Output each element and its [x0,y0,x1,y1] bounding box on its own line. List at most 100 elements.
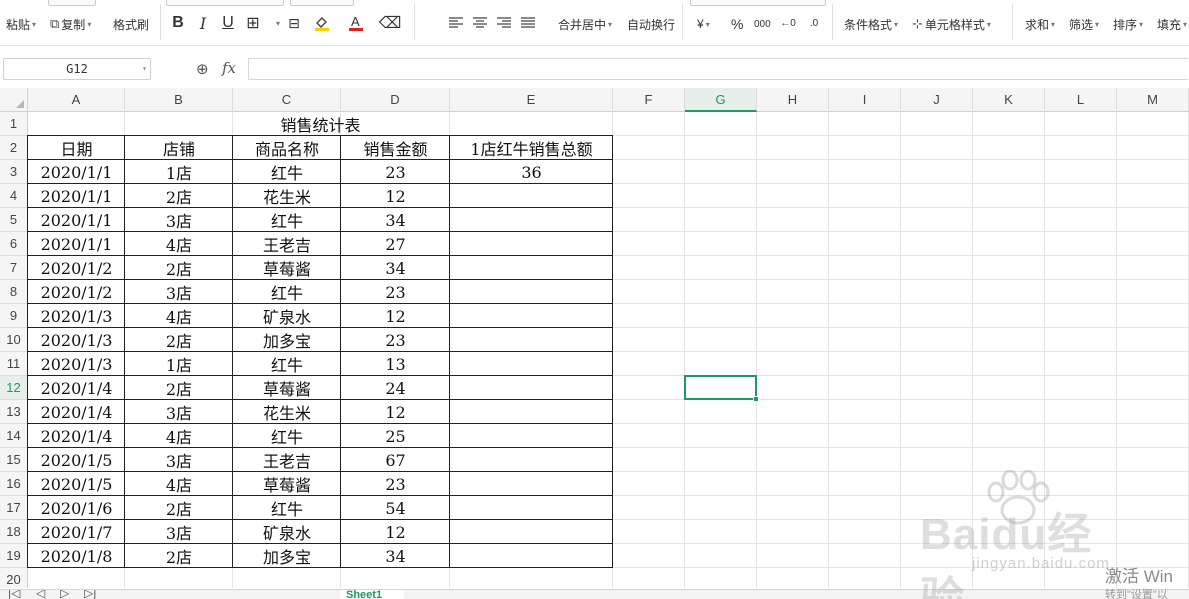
table-cell[interactable]: 花生米 [233,400,341,424]
conditional-format-button[interactable]: 条件格式 ▾ [844,14,898,34]
table-cell[interactable]: 27 [341,232,450,256]
wrap-text-button[interactable]: 自动换行 [627,14,675,34]
column-header-m[interactable]: M [1117,88,1189,112]
row-header-1[interactable]: 1 [0,112,28,136]
table-cell[interactable]: 34 [341,256,450,280]
column-header-a[interactable]: A [28,88,125,112]
sheet-tab[interactable] [266,590,338,599]
table-cell[interactable]: 加多宝 [233,544,341,568]
sheet-tab-active[interactable]: Sheet1 [340,590,404,599]
table-cell[interactable]: 王老吉 [233,448,341,472]
decrease-decimal-icon[interactable]: .0 [804,12,824,34]
fill-button[interactable]: 填充 ▾ [1157,14,1187,34]
header-cell[interactable]: 商品名称 [233,136,341,160]
table-cell[interactable]: 2020/1/2 [28,256,125,280]
column-header-i[interactable]: I [829,88,901,112]
select-all-corner[interactable] [0,88,28,112]
currency-button[interactable]: ¥ ▾ [697,14,710,34]
table-cell[interactable]: 3店 [125,448,233,472]
table-cell[interactable]: 36 [450,160,613,184]
table-cell[interactable]: 54 [341,496,450,520]
font-size-box[interactable] [290,0,354,6]
row-header-18[interactable]: 18 [0,520,28,544]
row-header-17[interactable]: 17 [0,496,28,520]
column-header-b[interactable]: B [125,88,233,112]
row-header-14[interactable]: 14 [0,424,28,448]
table-cell[interactable] [450,424,613,448]
chevron-down-icon[interactable]: ▾ [142,64,147,73]
column-header-c[interactable]: C [233,88,341,112]
column-header-l[interactable]: L [1045,88,1117,112]
table-cell[interactable] [450,256,613,280]
table-cell[interactable] [450,280,613,304]
table-cell[interactable] [450,184,613,208]
merge-center-button[interactable]: 合并居中 ▾ [558,14,612,34]
active-cell-selection[interactable] [684,375,759,402]
table-cell[interactable]: 3店 [125,400,233,424]
spreadsheet-grid[interactable]: A B C D E F G H I J K L M 1 2 3 4 5 6 7 8 9 10 11 12 13 14 15 16 17 18… [0,88,1189,588]
table-cell[interactable]: 2020/1/7 [28,520,125,544]
table-cell[interactable] [450,520,613,544]
table-cell[interactable]: 2店 [125,256,233,280]
table-cell[interactable]: 2020/1/1 [28,184,125,208]
table-cell[interactable]: 4店 [125,232,233,256]
row-header-4[interactable]: 4 [0,184,28,208]
table-cell[interactable]: 王老吉 [233,232,341,256]
table-cell[interactable] [450,232,613,256]
bold-button[interactable]: B [168,12,188,34]
table-cell[interactable]: 1店 [125,160,233,184]
underline-button[interactable]: U [218,12,238,34]
table-cell[interactable]: 矿泉水 [233,520,341,544]
sheet-tab[interactable] [118,590,190,599]
table-cell[interactable] [450,376,613,400]
sheet-tab[interactable] [630,590,702,599]
table-cell[interactable]: 2020/1/4 [28,424,125,448]
table-cell[interactable]: 2020/1/3 [28,304,125,328]
row-header-11[interactable]: 11 [0,352,28,376]
sheet-tab[interactable] [192,590,264,599]
name-box[interactable]: G12 ▾ [3,58,151,80]
font-color-icon[interactable]: A [346,12,366,34]
table-cell[interactable]: 2020/1/4 [28,376,125,400]
header-cell[interactable]: 日期 [28,136,125,160]
table-cell[interactable] [450,400,613,424]
header-cell[interactable]: 销售金额 [341,136,450,160]
table-cell[interactable]: 13 [341,352,450,376]
next-sheet-icon[interactable]: ▷ [60,590,69,599]
table-cell[interactable]: 12 [341,184,450,208]
table-cell[interactable]: 2020/1/1 [28,232,125,256]
last-sheet-icon[interactable]: ▷| [84,590,96,599]
table-cell[interactable]: 2店 [125,184,233,208]
column-header-h[interactable]: H [757,88,829,112]
table-cell[interactable]: 加多宝 [233,328,341,352]
table-cell[interactable]: 红牛 [233,160,341,184]
table-cell[interactable]: 2店 [125,496,233,520]
table-cell[interactable]: 24 [341,376,450,400]
table-cell[interactable] [450,472,613,496]
table-cell[interactable]: 25 [341,424,450,448]
row-header-6[interactable]: 6 [0,232,28,256]
header-cell[interactable]: 1店红牛销售总额 [450,136,613,160]
table-cell[interactable]: 4店 [125,424,233,448]
table-cell[interactable]: 红牛 [233,208,341,232]
table-cell[interactable]: 12 [341,520,450,544]
row-header-7[interactable]: 7 [0,256,28,280]
table-cell[interactable]: 花生米 [233,184,341,208]
table-cell[interactable]: 23 [341,160,450,184]
row-header-8[interactable]: 8 [0,280,28,304]
table-cell[interactable]: 2020/1/1 [28,160,125,184]
column-header-e[interactable]: E [450,88,613,112]
cell-style-button[interactable]: ⊹ 单元格样式 ▾ [912,14,991,34]
prev-sheet-icon[interactable]: ◁ [36,590,45,599]
table-cell[interactable] [450,448,613,472]
row-header-13[interactable]: 13 [0,400,28,424]
table-cell[interactable] [450,304,613,328]
table-cell[interactable]: 2店 [125,544,233,568]
fill-color-icon[interactable] [312,12,332,34]
formula-input[interactable] [248,58,1188,80]
table-cell[interactable]: 红牛 [233,352,341,376]
table-cell[interactable]: 2020/1/4 [28,400,125,424]
table-cell[interactable]: 红牛 [233,424,341,448]
row-header-16[interactable]: 16 [0,472,28,496]
font-name-box[interactable] [166,0,284,6]
